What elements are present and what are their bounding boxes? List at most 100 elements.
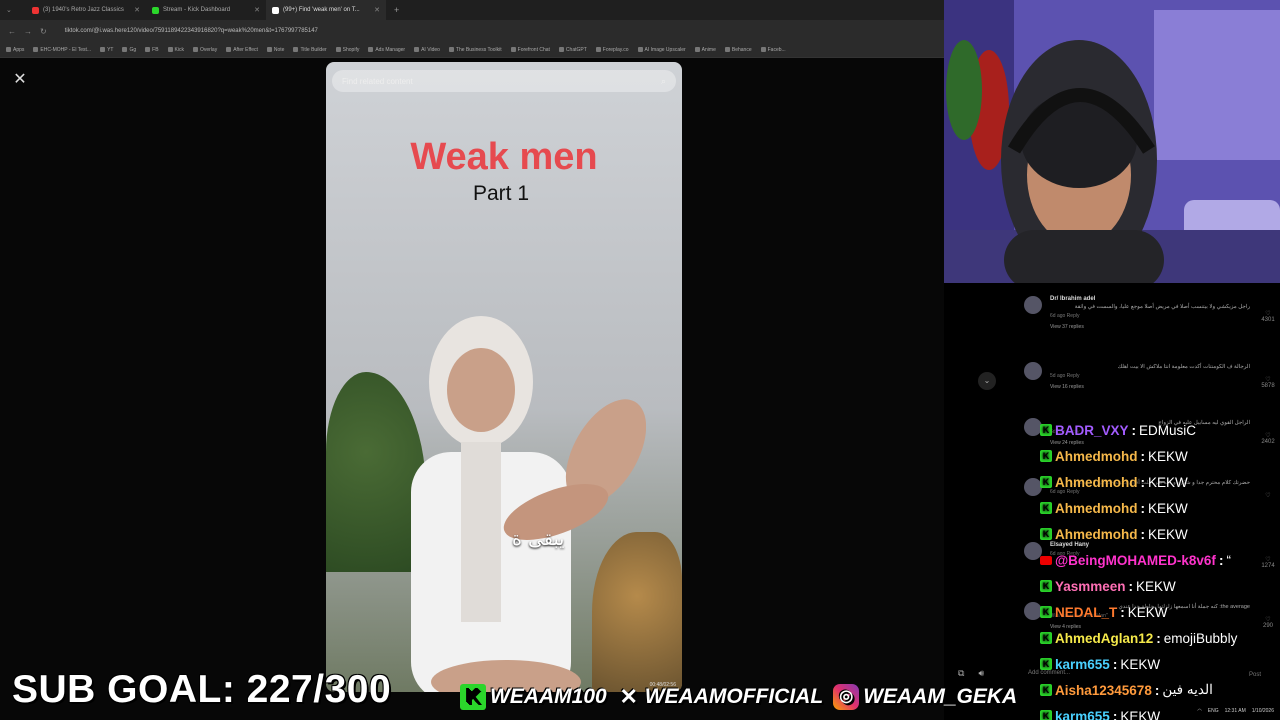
bookmark-item[interactable]: AI Video — [414, 47, 440, 53]
chat-text: KEKW — [1136, 578, 1176, 594]
kick-badge-icon: K — [1040, 424, 1052, 436]
bookmark-item[interactable]: Anime — [694, 46, 716, 53]
close-icon[interactable]: ✕ — [254, 6, 260, 14]
video-player[interactable]: Find related content ⌕ Weak men Part 1 ي… — [326, 62, 682, 692]
comment-text: الرجالة ف الكومنتات أكدت معلومة انتا ملا… — [1117, 364, 1250, 370]
tab-label: Stream - Kick Dashboard — [163, 7, 231, 13]
bookmark-label: AI Image Upscaler — [644, 46, 686, 53]
pip-icon[interactable]: ⧉ — [958, 668, 964, 679]
chat-username: Yasmmeen — [1055, 578, 1126, 594]
webcam-feed — [944, 0, 1280, 283]
bookmark-item[interactable]: Foreplay.co — [595, 46, 629, 53]
volume-icon[interactable]: 🔊︎ — [978, 668, 984, 679]
commenter-avatar[interactable] — [1024, 296, 1042, 314]
tab-2[interactable]: (99+) Find 'weak men' on T... ✕ — [266, 0, 386, 20]
bookmark-item[interactable]: Kick — [167, 46, 184, 53]
bookmark-item[interactable]: Overlay — [192, 47, 217, 53]
chat-message: Kkarm655: KEKW — [1040, 651, 1280, 677]
bookmark-item[interactable]: EHC-MOHP - El Test... — [33, 47, 91, 53]
related-search-input[interactable]: Find related content ⌕ — [332, 70, 676, 92]
instagram-handle-text: WEAAM_GEKA — [863, 685, 1018, 708]
commenter-avatar[interactable] — [1024, 362, 1042, 380]
chat-username: Ahmedmohd — [1055, 526, 1138, 542]
reload-icon[interactable]: ↻ — [40, 27, 47, 36]
bookmark-icon — [167, 47, 173, 52]
back-icon[interactable]: ← — [8, 27, 16, 36]
chat-username: Ahmedmohd — [1055, 448, 1138, 464]
clock-date[interactable]: 1/10/2026 — [1252, 708, 1274, 714]
chat-text: KEKW — [1148, 474, 1188, 490]
tiktok-page: ✕ Find related content ⌕ Weak men Part 1… — [0, 58, 996, 720]
bookmark-label: Kick — [174, 46, 184, 53]
x-logo-icon: ✕ — [619, 684, 638, 709]
kick-handle: K WEAAM100 — [460, 684, 607, 710]
bookmark-icon — [293, 47, 299, 52]
stream-chat-overlay: K BADR_VXY: EDMusiC K Ahmedmohd: KEKW K Ahmedmo… — [1040, 417, 1280, 720]
bookmark-item[interactable]: ChatGPT — [558, 46, 587, 53]
view-replies-link[interactable]: View 16 replies — [1050, 384, 1260, 390]
new-tab-button[interactable]: + — [386, 5, 399, 15]
bookmark-icon — [448, 47, 454, 52]
youtube-badge-icon — [1040, 555, 1052, 565]
bookmark-item[interactable]: AI Image Upscaler — [637, 46, 686, 53]
tab-1[interactable]: Stream - Kick Dashboard ✕ — [146, 0, 266, 20]
bookmark-item[interactable]: Note — [266, 47, 284, 53]
bookmark-item[interactable]: YT — [100, 47, 113, 53]
kick-badge-icon: K — [1040, 476, 1052, 488]
bookmark-item[interactable]: Apps — [6, 47, 24, 53]
chat-username: Ahmedmohd — [1055, 474, 1138, 490]
bookmark-label: The Business Toolkit — [455, 46, 502, 53]
bookmark-item[interactable]: Faceb... — [760, 47, 786, 53]
chat-message: K NEDAL_T: KEKW — [1040, 599, 1280, 625]
close-icon[interactable]: ✕ — [374, 6, 380, 14]
heart-icon[interactable]: ♡ — [1256, 310, 1280, 317]
heart-icon[interactable]: ♡ — [1256, 376, 1280, 383]
bookmark-item[interactable]: Gg — [122, 47, 136, 53]
view-replies-link[interactable]: View 37 replies — [1050, 324, 1260, 330]
chat-username: BADR_VXY — [1055, 422, 1129, 438]
like-number: 4301 — [1261, 317, 1275, 323]
bookmark-label: FB — [152, 46, 159, 53]
scroll-down-icon[interactable]: ⌄ — [978, 372, 996, 390]
url-field[interactable]: tiktok.com/@i.was.here120/video/75911894… — [65, 28, 318, 34]
bookmark-item[interactable]: After Effect — [226, 47, 258, 53]
bookmark-item[interactable]: The Business Toolkit — [448, 46, 502, 53]
bookmark-label: EHC-MOHP - El Test... — [40, 46, 92, 53]
post-button[interactable]: Post — [1249, 672, 1261, 678]
bookmark-label: Foreplay.co — [602, 46, 629, 53]
tab-search-icon[interactable]: ⌄ — [0, 6, 26, 14]
bookmark-item[interactable]: Forefront Chat — [510, 47, 550, 53]
bookmark-icon — [6, 47, 11, 52]
chat-text: emojiBubbly — [1163, 630, 1238, 646]
close-icon[interactable]: ✕ — [134, 6, 140, 14]
search-icon[interactable]: ⌕ — [661, 76, 666, 87]
chat-text: KEKW — [1127, 604, 1168, 620]
tab-0[interactable]: (3) 1940's Retro Jazz Classics ✕ — [26, 0, 146, 20]
kick-badge-icon: K — [1040, 658, 1052, 670]
bookmark-item[interactable]: FB — [145, 46, 159, 53]
bookmark-item[interactable]: Shopify — [335, 47, 359, 53]
like-count[interactable]: ♡ 5878 — [1256, 376, 1280, 389]
bookmark-item[interactable]: Ads Manager — [368, 47, 405, 53]
bookmark-label: AI Video — [421, 46, 440, 53]
x-handle-text: WEAAMOFFICIAL — [644, 685, 824, 708]
language-indicator[interactable]: ENG — [1208, 708, 1219, 714]
chat-username: NEDAL_T — [1055, 604, 1118, 620]
bookmark-label: Anime — [701, 46, 716, 53]
forward-icon[interactable]: → — [24, 27, 32, 36]
like-count[interactable]: ♡ 4301 — [1256, 310, 1280, 323]
kick-logo-icon: K — [460, 684, 486, 710]
add-comment-input[interactable]: Add comment... — [1028, 670, 1070, 676]
comment-author[interactable]: Dr/ Ibrahim adel — [1050, 296, 1260, 302]
address-bar: ← → ↻ tiktok.com/@i.was.here120/video/75… — [0, 20, 944, 42]
clock-time[interactable]: 12:31 AM — [1225, 708, 1246, 714]
chat-text: KEKW — [1148, 526, 1188, 542]
kick-badge-icon: K — [1040, 580, 1052, 592]
bookmark-label: Apps — [13, 46, 25, 53]
wifi-icon[interactable]: ◠ — [1197, 708, 1201, 714]
bookmark-label: ChatGPT — [565, 46, 587, 53]
chat-username: karm655 — [1055, 708, 1110, 720]
bookmark-item[interactable]: Behance — [724, 47, 752, 53]
bookmark-item[interactable]: Title Builder — [293, 47, 327, 53]
close-video-button[interactable]: ✕ — [10, 70, 30, 90]
